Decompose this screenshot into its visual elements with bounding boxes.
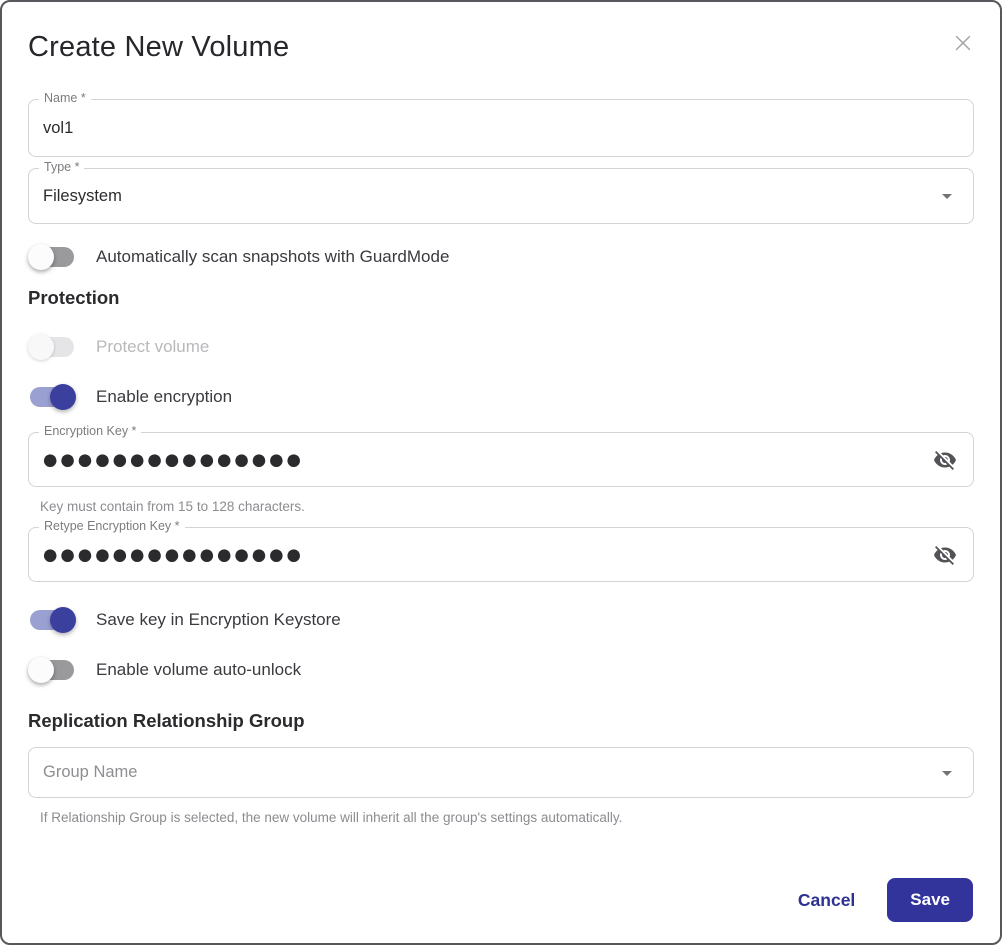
- chevron-down-icon: [935, 184, 959, 208]
- guardmode-toggle[interactable]: [28, 244, 76, 270]
- close-button[interactable]: [950, 30, 976, 56]
- create-volume-dialog: Create New Volume Name * vol1 Type * Fil…: [0, 0, 1002, 945]
- protect-volume-toggle-row: Protect volume: [28, 334, 974, 360]
- name-field[interactable]: Name * vol1: [28, 91, 974, 157]
- encryption-key-value: ●●●●●●●●●●●●●●●: [43, 450, 304, 469]
- close-icon: [952, 32, 974, 54]
- protect-volume-toggle: [28, 334, 76, 360]
- group-name-helper: If Relationship Group is selected, the n…: [40, 810, 623, 825]
- type-select[interactable]: Type * Filesystem: [28, 160, 974, 224]
- auto-unlock-toggle[interactable]: [28, 657, 76, 683]
- name-field-label: Name *: [39, 91, 91, 105]
- eye-slash-icon: [933, 543, 957, 567]
- toggle-thumb: [28, 244, 54, 270]
- auto-unlock-toggle-row: Enable volume auto-unlock: [28, 657, 974, 683]
- auto-unlock-toggle-label: Enable volume auto-unlock: [96, 660, 302, 679]
- guardmode-toggle-label: Automatically scan snapshots with GuardM…: [96, 247, 450, 266]
- type-select-value: Filesystem: [43, 186, 122, 205]
- retype-encryption-key-visibility-button[interactable]: [931, 541, 959, 569]
- cancel-button[interactable]: Cancel: [798, 890, 855, 911]
- toggle-thumb: [50, 384, 76, 410]
- protection-section-heading: Protection: [28, 287, 120, 308]
- dialog-title: Create New Volume: [28, 31, 290, 63]
- guardmode-toggle-row: Automatically scan snapshots with GuardM…: [28, 244, 974, 270]
- enable-encryption-toggle-label: Enable encryption: [96, 387, 233, 406]
- save-key-toggle-label: Save key in Encryption Keystore: [96, 610, 341, 629]
- replication-section-heading: Replication Relationship Group: [28, 710, 305, 731]
- enable-encryption-toggle[interactable]: [28, 384, 76, 410]
- eye-slash-icon: [933, 448, 957, 472]
- group-name-placeholder: Group Name: [43, 763, 138, 781]
- toggle-thumb: [28, 334, 54, 360]
- dialog-footer: Cancel Save: [28, 878, 974, 922]
- encryption-key-helper: Key must contain from 15 to 128 characte…: [40, 499, 305, 514]
- retype-encryption-key-label: Retype Encryption Key *: [39, 519, 185, 533]
- enable-encryption-toggle-row: Enable encryption: [28, 384, 974, 410]
- encryption-key-label: Encryption Key *: [39, 424, 142, 438]
- toggle-thumb: [50, 607, 76, 633]
- encryption-key-field[interactable]: Encryption Key * ●●●●●●●●●●●●●●●: [28, 424, 974, 487]
- protect-volume-toggle-label: Protect volume: [96, 337, 210, 356]
- type-select-label: Type *: [39, 160, 85, 174]
- group-name-select[interactable]: Group Name: [28, 747, 974, 798]
- retype-encryption-key-value: ●●●●●●●●●●●●●●●: [43, 545, 304, 564]
- chevron-down-icon: [935, 761, 959, 785]
- save-key-toggle[interactable]: [28, 607, 76, 633]
- save-key-toggle-row: Save key in Encryption Keystore: [28, 607, 974, 633]
- toggle-thumb: [28, 657, 54, 683]
- name-field-value: vol1: [43, 118, 74, 137]
- retype-encryption-key-field[interactable]: Retype Encryption Key * ●●●●●●●●●●●●●●●: [28, 519, 974, 582]
- dialog-header: Create New Volume: [28, 30, 974, 64]
- save-button[interactable]: Save: [887, 878, 973, 922]
- encryption-key-visibility-button[interactable]: [931, 446, 959, 474]
